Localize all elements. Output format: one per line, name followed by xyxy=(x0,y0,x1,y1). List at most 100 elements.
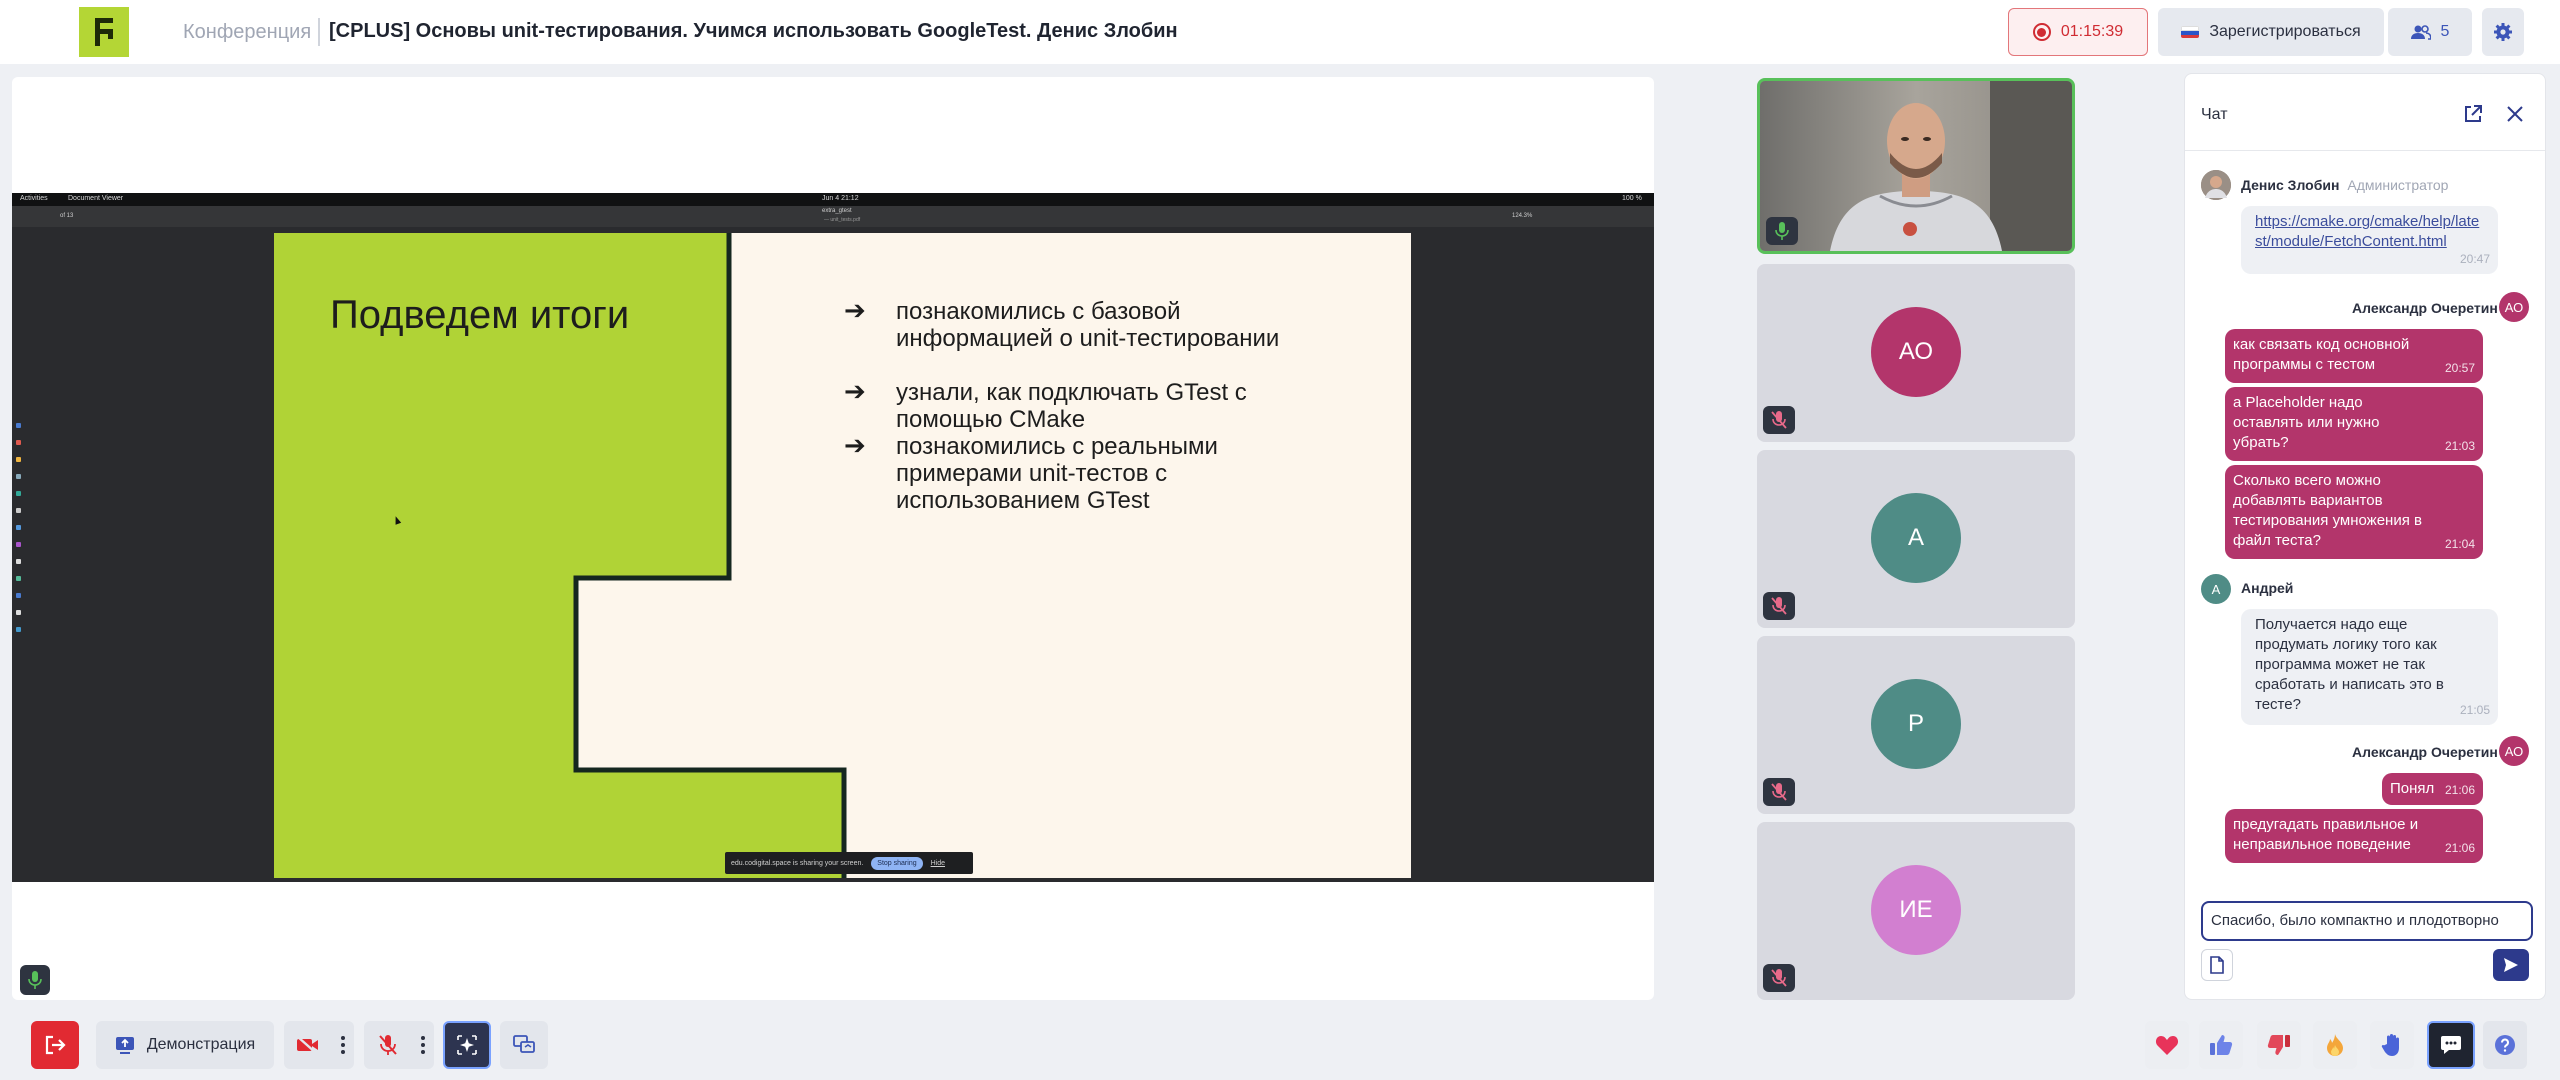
shared-screen: Activities Document Viewer Jun 4 21:12 1… xyxy=(12,193,1654,882)
participant-mic-on xyxy=(1766,217,1798,245)
chat-panel: Чат Денис Злобин Администратор https://cm… xyxy=(2184,73,2546,1000)
chat-title: Чат xyxy=(2201,106,2228,123)
help-button[interactable] xyxy=(2483,1021,2527,1069)
microphone-options-button[interactable] xyxy=(412,1021,434,1069)
microphone-toggle-button[interactable] xyxy=(370,1033,406,1057)
sparkle-icon xyxy=(457,1035,477,1055)
message-time: 20:47 xyxy=(2459,252,2490,266)
stop-sharing-button: Stop sharing xyxy=(871,856,923,870)
reaction-like-button[interactable] xyxy=(2199,1021,2243,1069)
message-time: 21:04 xyxy=(2444,537,2475,551)
attach-file-button[interactable] xyxy=(2201,949,2233,981)
participant-avatar: Р xyxy=(1871,679,1961,769)
presentation-slide: Подведем итоги ➔ познакомились с базовой … xyxy=(274,233,1411,878)
help-icon xyxy=(2495,1035,2515,1055)
mic-off-icon xyxy=(1771,597,1787,615)
hand-icon xyxy=(2381,1034,2399,1056)
chat-popout-button[interactable] xyxy=(2461,102,2485,126)
participant-tile[interactable]: ИЕ xyxy=(1757,822,2075,1000)
screen-share-notice: edu.codigital.space is sharing your scre… xyxy=(725,852,973,874)
camera-control[interactable] xyxy=(284,1021,354,1069)
top-header: Конференция [CPLUS] Основы unit-тестиров… xyxy=(0,0,2560,64)
os-battery: 100 % xyxy=(1622,195,1642,202)
settings-button[interactable] xyxy=(2482,8,2524,56)
author-role: Администратор xyxy=(2347,177,2449,193)
exit-icon xyxy=(45,1035,66,1055)
gear-icon xyxy=(2494,23,2512,41)
register-button[interactable]: Зарегистрироваться xyxy=(2158,8,2384,56)
microphone-control[interactable] xyxy=(364,1021,434,1069)
heart-icon xyxy=(2155,1036,2179,1055)
slide-bullet: ➔ узнали, как подключать GTest с помощью … xyxy=(844,376,1247,434)
message-link[interactable]: https://cmake.org/cmake/help/latest/modu… xyxy=(2255,213,2479,250)
viewer-zoom: 124.3% xyxy=(1512,213,1533,219)
conference-title: [CPLUS] Основы unit-тестирования. Учимся… xyxy=(329,20,1178,42)
os-clock: Jun 4 21:12 xyxy=(822,195,859,202)
document-viewer-toolbar: of 13 extra_gtest — unit_tests.pdf 124.3… xyxy=(12,206,1654,227)
chat-toggle-button[interactable] xyxy=(2427,1021,2475,1069)
logo-icon xyxy=(95,18,113,46)
reaction-fire-button[interactable] xyxy=(2313,1021,2357,1069)
chat-icon xyxy=(2441,1036,2461,1054)
chat-message: Сколько всего можно добавлять вариантов … xyxy=(2225,465,2483,559)
send-message-button[interactable] xyxy=(2493,949,2529,981)
os-topbar: Activities Document Viewer Jun 4 21:12 1… xyxy=(12,193,1654,206)
app-logo[interactable] xyxy=(79,7,129,57)
chat-message: Понял 21:06 xyxy=(2382,773,2483,805)
screens-icon xyxy=(513,1035,535,1053)
avatar: А xyxy=(2201,574,2231,604)
layout-switch-button[interactable] xyxy=(500,1021,548,1069)
file-icon xyxy=(2210,956,2224,974)
share-notice-text: edu.codigital.space is sharing your scre… xyxy=(731,859,864,867)
participants-button[interactable]: 5 xyxy=(2388,8,2472,56)
breadcrumb-conference: Конференция xyxy=(183,21,312,43)
participant-tile-presenter[interactable] xyxy=(1757,78,2075,254)
reaction-dislike-button[interactable] xyxy=(2257,1021,2301,1069)
slide-bullet: ➔ познакомились с базовой информацией о u… xyxy=(844,295,1280,353)
users-icon xyxy=(2410,25,2431,40)
record-icon xyxy=(2032,23,2051,41)
viewer-filename: extra_gtest xyxy=(822,208,852,214)
participant-tile[interactable]: А xyxy=(1757,450,2075,628)
participant-tile[interactable]: АО xyxy=(1757,264,2075,442)
flag-icon xyxy=(2181,26,2200,38)
hide-notice-link: Hide xyxy=(930,859,946,867)
background-effects-button[interactable] xyxy=(443,1021,491,1069)
bottom-toolbar: Демонстрация xyxy=(0,1018,2560,1074)
main-video-panel[interactable]: Activities Document Viewer Jun 4 21:12 1… xyxy=(12,77,1654,1000)
slide-bullet: ➔ познакомились с реальными примерами uni… xyxy=(844,430,1218,515)
message-time: 21:06 xyxy=(2444,841,2475,855)
chat-close-button[interactable] xyxy=(2503,102,2527,126)
message-time: 20:57 xyxy=(2444,361,2475,375)
chat-message: как связать код основной программы с тес… xyxy=(2225,329,2483,383)
message-author: Денис Злобин Администратор xyxy=(2241,177,2449,193)
fire-icon xyxy=(2327,1034,2343,1056)
screen-share-button[interactable]: Демонстрация xyxy=(96,1021,274,1069)
header-divider xyxy=(318,18,320,46)
send-icon xyxy=(2504,958,2518,972)
demo-label: Демонстрация xyxy=(146,1036,256,1053)
external-link-icon xyxy=(2465,105,2482,122)
participant-mic-muted xyxy=(1763,964,1795,992)
participant-avatar: ИЕ xyxy=(1871,865,1961,955)
participants-count: 5 xyxy=(2440,23,2450,40)
chat-message: а Placeholder надо оставлять или нужно у… xyxy=(2225,387,2483,461)
camera-toggle-button[interactable] xyxy=(290,1033,326,1057)
raise-hand-button[interactable] xyxy=(2370,1021,2414,1069)
reaction-heart-button[interactable] xyxy=(2145,1021,2189,1069)
os-activities: Activities xyxy=(20,195,48,202)
leave-call-button[interactable] xyxy=(31,1021,79,1069)
chat-message-input[interactable]: Спасибо, было компактно и плодотворно xyxy=(2201,901,2533,941)
chat-message: https://cmake.org/cmake/help/latest/modu… xyxy=(2241,206,2498,274)
camera-options-button[interactable] xyxy=(332,1021,354,1069)
speaker-mic-indicator xyxy=(20,965,50,995)
mic-off-icon xyxy=(1771,783,1787,801)
recording-button[interactable]: 01:15:39 xyxy=(2008,8,2148,56)
chat-message: предугадать правильное и неправильное по… xyxy=(2225,809,2483,863)
participant-mic-muted xyxy=(1763,592,1795,620)
avatar: АО xyxy=(2499,292,2529,322)
microphone-icon xyxy=(28,971,42,989)
participant-tile[interactable]: Р xyxy=(1757,636,2075,814)
participant-mic-muted xyxy=(1763,778,1795,806)
upload-screen-icon xyxy=(115,1037,134,1054)
